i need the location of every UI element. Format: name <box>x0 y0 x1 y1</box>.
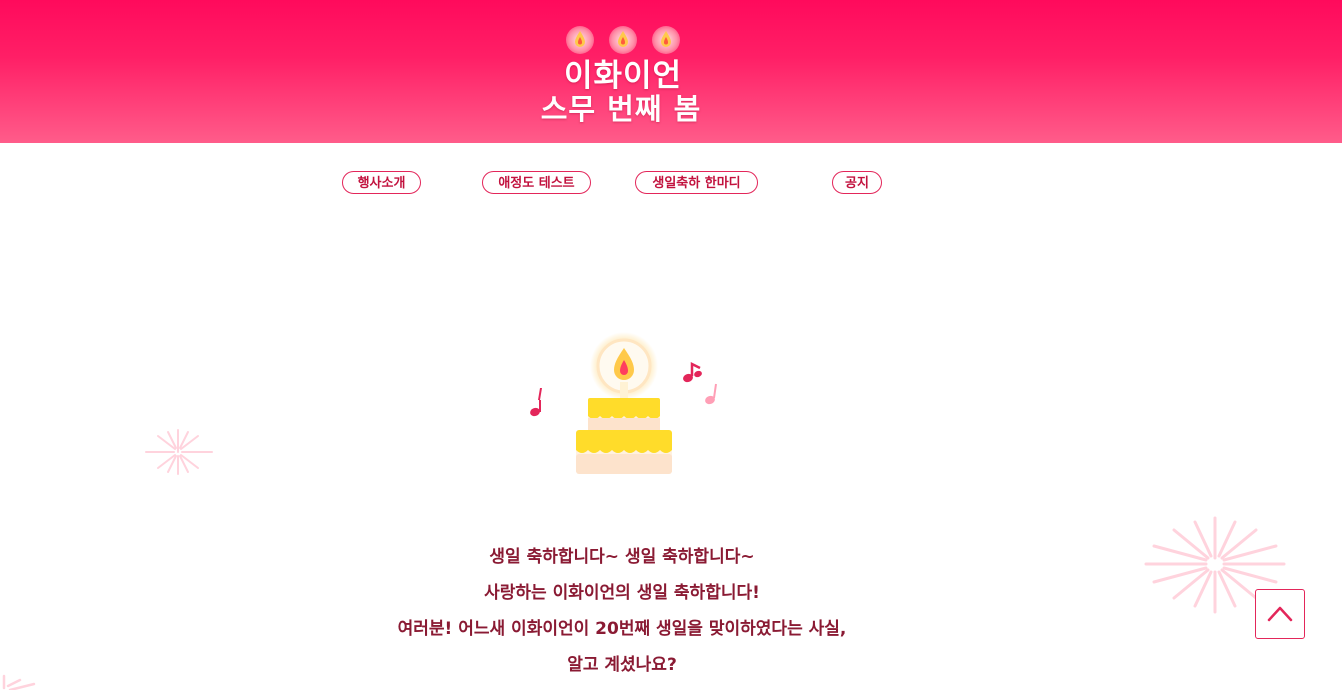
message-line-4: 알고 계셨나요? <box>567 655 677 675</box>
scroll-to-top-button[interactable] <box>1255 589 1305 639</box>
nav-item-event-intro[interactable]: 행사소개 <box>342 171 421 194</box>
birthday-cake-icon <box>530 332 717 474</box>
message-line-3: 여러분! 어느새 이화이언이 20번째 생일을 맞이하였다는 사실, <box>397 619 847 639</box>
music-note-icon <box>683 361 702 383</box>
nav-item-affection-test[interactable]: 애정도 테스트 <box>482 171 591 194</box>
firework-icon <box>145 429 213 475</box>
chevron-up-icon <box>1267 606 1293 622</box>
music-note-icon <box>705 383 717 405</box>
nav-item-notice[interactable]: 공지 <box>832 171 882 194</box>
message-line-2: 사랑하는 이화이언의 생일 축하합니다! <box>484 583 760 603</box>
nav-item-birthday-message[interactable]: 생일축하 한마디 <box>635 171 758 194</box>
music-note-icon <box>530 388 542 417</box>
message-line-1: 생일 축하합니다~ 생일 축하합니다~ <box>489 547 755 567</box>
hero-banner: 이화이언 스무 번째 봄 <box>0 0 1342 143</box>
hero-title-line2: 스무 번째 봄 <box>540 92 702 126</box>
